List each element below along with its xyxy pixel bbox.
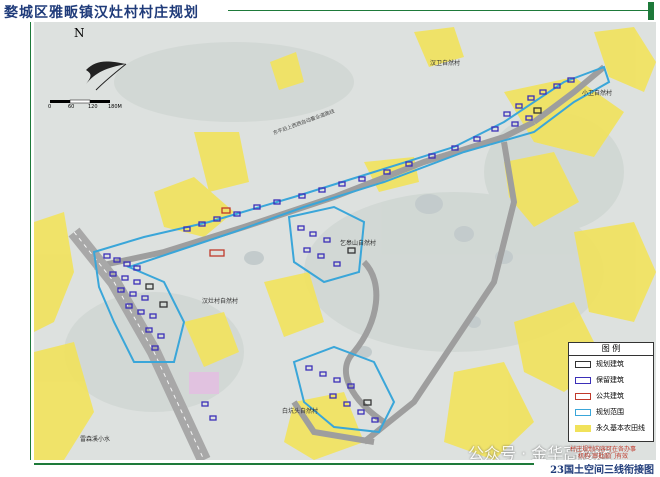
- map-legend: 图 例 规划建筑 保留建筑 公共建筑 规划范围 永久基本农田线: [568, 342, 654, 442]
- left-margin: [0, 22, 31, 460]
- legend-swatch: [575, 424, 591, 432]
- legend-item-retained: 保留建筑: [569, 372, 653, 388]
- page-title: 婺城区雅畈镇汉灶村村庄规划: [4, 5, 199, 21]
- scale-bar: [50, 99, 110, 104]
- pink-zone: [189, 372, 219, 394]
- legend-swatch: [575, 408, 591, 416]
- legend-label: 公共建筑: [596, 392, 624, 400]
- legend-item-public: 公共建筑: [569, 388, 653, 404]
- legend-swatch: [575, 376, 591, 384]
- label-village-bottom: 白坑头自然村: [282, 408, 319, 415]
- legend-label: 规划范围: [596, 408, 624, 416]
- figure-caption: 23国土空间三线衔接图: [550, 465, 654, 476]
- scale-tick-0: 0: [48, 104, 52, 110]
- north-label: N: [74, 26, 85, 40]
- header-rule: [228, 10, 654, 11]
- label-river: 雷森溪小水: [80, 436, 111, 443]
- legend-label: 保留建筑: [596, 376, 624, 384]
- legend-item-farmland: 永久基本农田线: [569, 420, 653, 436]
- legend-item-planned: 规划建筑: [569, 356, 653, 372]
- legend-label: 永久基本农田线: [596, 424, 645, 432]
- legend-label: 规划建筑: [596, 360, 624, 368]
- map-figure: 婺城区雅畈镇汉灶村村庄规划 汉卫自然村 小卫自然村 乞皋山自然村 汉灶村自然村 …: [0, 0, 660, 477]
- label-village-center: 乞皋山自然村: [340, 240, 377, 247]
- legend-heading: 图 例: [569, 343, 653, 356]
- label-village-top-right: 汉卫自然村: [430, 60, 461, 67]
- legend-swatch: [575, 392, 591, 400]
- legend-item-boundary: 规划范围: [569, 404, 653, 420]
- stamp-text: 村庄规划内容可在各办事机构·审批部门有效: [569, 446, 636, 460]
- header: 婺城区雅畈镇汉灶村村庄规划: [0, 0, 660, 22]
- scale-tick-2: 120: [88, 104, 98, 110]
- label-village-left: 汉灶村自然村: [202, 298, 239, 305]
- label-village-top-right2: 小卫自然村: [582, 90, 613, 97]
- footer: 23国土空间三线衔接图: [0, 460, 660, 477]
- header-marker: [648, 2, 654, 20]
- planning-map: 汉卫自然村 小卫自然村 乞皋山自然村 汉灶村自然村 白坑头自然村 雷森溪小水 东…: [34, 22, 656, 460]
- scale-tick-3: 180M: [108, 104, 122, 110]
- scale-tick-1: 60: [68, 104, 75, 110]
- legend-swatch: [575, 360, 591, 368]
- footer-rule: [34, 463, 534, 465]
